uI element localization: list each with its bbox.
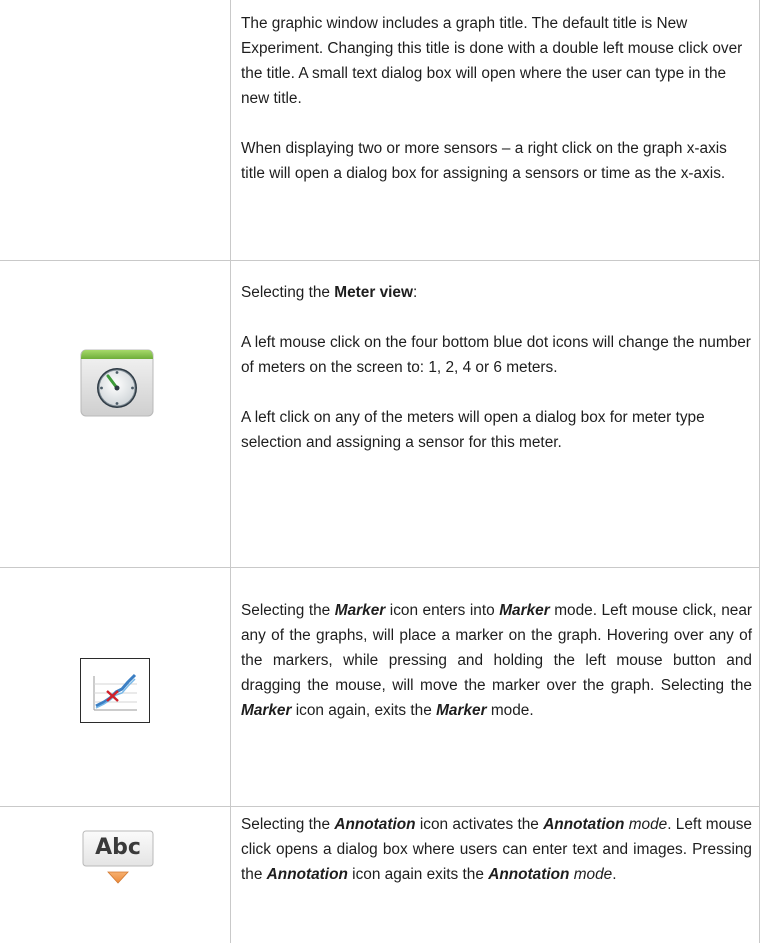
intro-colon: : xyxy=(412,284,418,301)
annotation-term-1: Annotation xyxy=(334,816,416,833)
row-divider-2 xyxy=(0,567,760,568)
annotation-icon: Abc xyxy=(82,830,154,886)
marker-paragraph: Selecting the Marker icon enters into Ma… xyxy=(241,598,752,723)
marker-term-4: Marker xyxy=(436,702,487,719)
row-divider-1 xyxy=(0,260,760,261)
meter-view-term: Meter view xyxy=(334,284,413,301)
annotation-text-4: icon again exits the xyxy=(347,866,489,883)
graph-title-paragraph: The graphic window includes a graph titl… xyxy=(241,15,743,107)
marker-term-3: Marker xyxy=(241,702,292,719)
table-divider-vertical xyxy=(230,0,231,943)
graph-title-description: The graphic window includes a graph titl… xyxy=(241,11,752,186)
annotation-paragraph: Selecting the Annotation icon activates … xyxy=(241,812,752,887)
annotation-mode-1: mode xyxy=(628,816,668,833)
intro-text: Selecting the xyxy=(241,284,335,301)
row-divider-3 xyxy=(0,806,760,807)
meter-view-intro: Selecting the Meter view: xyxy=(241,280,752,305)
marker-term-1: Marker xyxy=(334,602,386,619)
marker-text-5: mode. xyxy=(486,702,534,719)
table-border-right xyxy=(759,0,760,943)
meter-view-description: Selecting the Meter view: A left mouse c… xyxy=(241,280,752,455)
marker-description: Selecting the Marker icon enters into Ma… xyxy=(241,598,752,723)
annotation-text-1: Selecting the xyxy=(241,816,335,833)
annotation-term-3: Annotation xyxy=(266,866,348,883)
marker-icon xyxy=(80,658,150,723)
annotation-term-4: Annotation xyxy=(488,866,570,883)
annotation-description: Selecting the Annotation icon activates … xyxy=(241,812,752,887)
annotation-text-2: icon activates the xyxy=(415,816,544,833)
marker-text-1: Selecting the xyxy=(241,602,335,619)
annotation-term-2: Annotation xyxy=(543,816,625,833)
x-axis-paragraph: When displaying two or more sensors – a … xyxy=(241,140,727,182)
annotation-icon-label: Abc xyxy=(95,835,141,860)
marker-text-4: icon again, exits the xyxy=(291,702,437,719)
marker-text-2: icon enters into xyxy=(385,602,500,619)
annotation-mode-2: mode xyxy=(573,866,613,883)
meter-type-paragraph: A left click on any of the meters will o… xyxy=(241,409,705,451)
meter-count-paragraph: A left mouse click on the four bottom bl… xyxy=(241,334,751,376)
annotation-text-5: . xyxy=(612,866,617,883)
meter-view-icon xyxy=(80,349,154,417)
marker-term-2: Marker xyxy=(499,602,550,619)
